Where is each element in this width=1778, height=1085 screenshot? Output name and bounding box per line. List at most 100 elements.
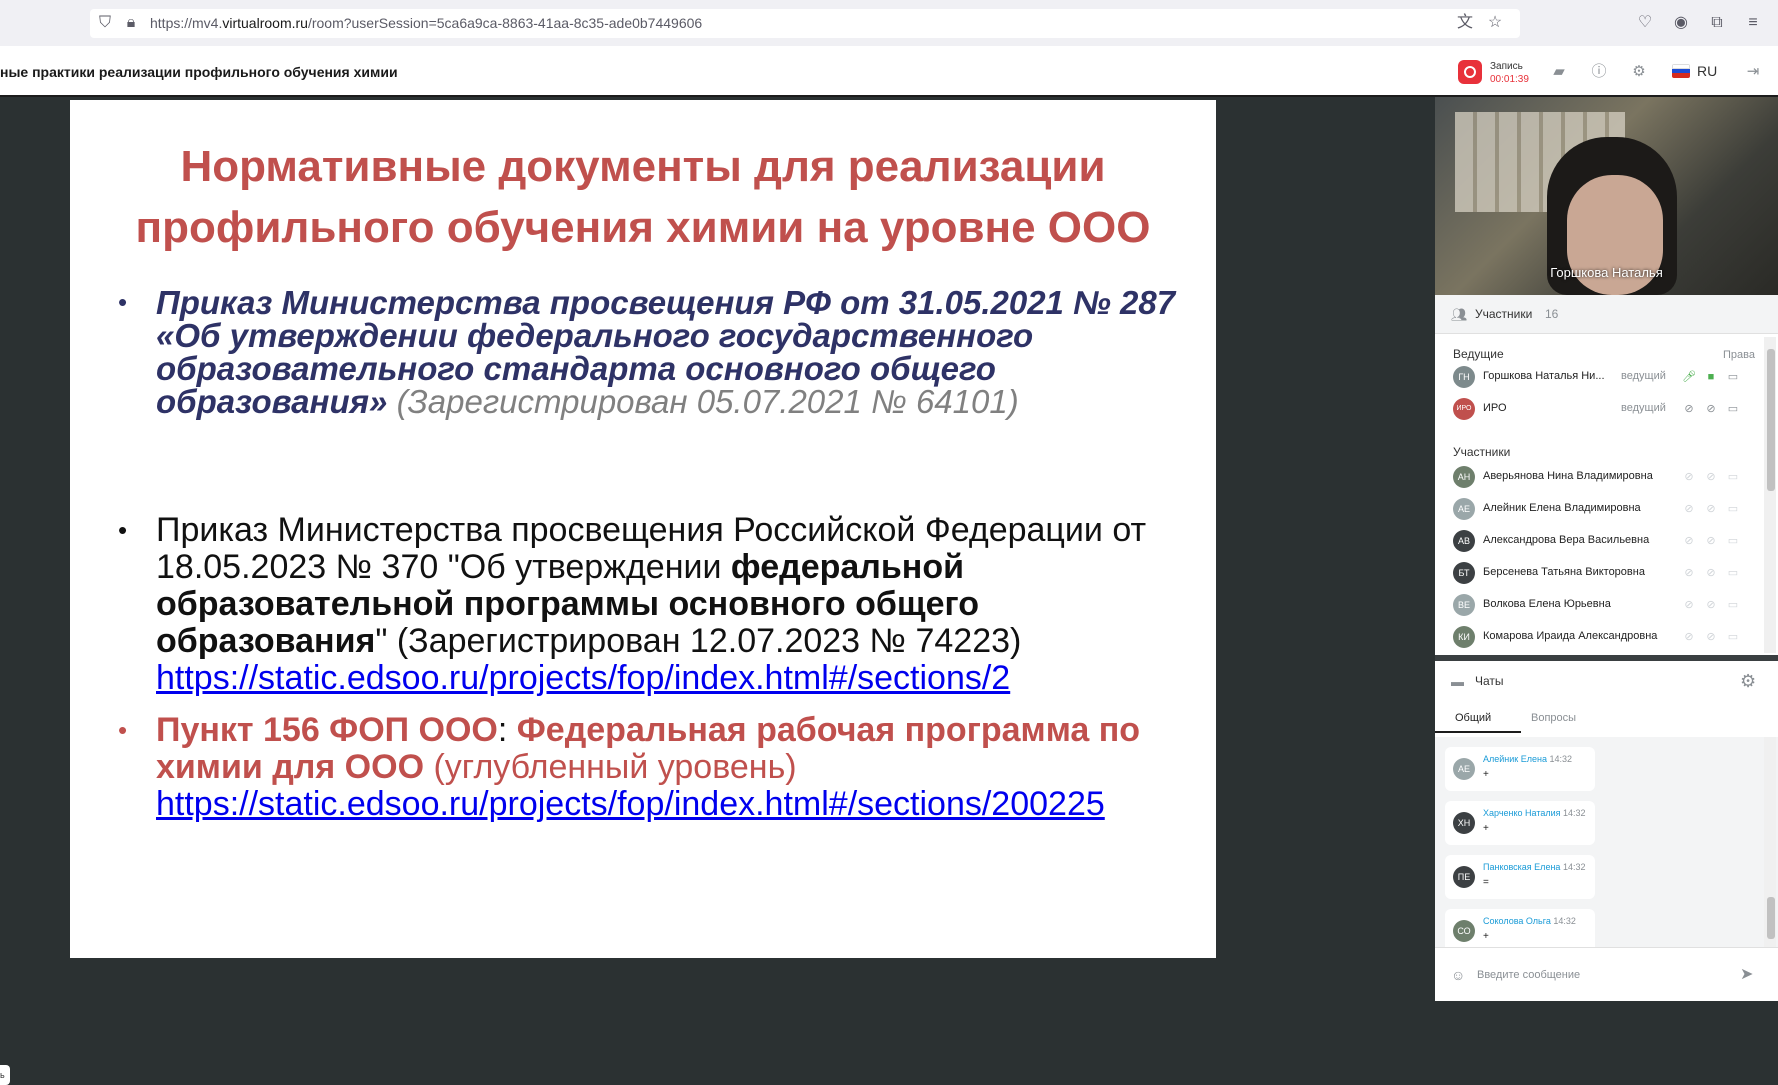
screen-share-icon[interactable]: ▭ — [1725, 369, 1741, 385]
avatar: АЕ — [1453, 758, 1475, 780]
send-icon[interactable]: ➤ — [1740, 964, 1753, 984]
record-icon[interactable] — [1458, 60, 1482, 84]
russia-flag-icon[interactable] — [1672, 64, 1690, 78]
people-icon: 👥︎ — [1451, 307, 1468, 322]
camera-off-icon[interactable]: ⊘ — [1703, 469, 1719, 485]
chat-input[interactable]: Введите сообщение — [1477, 969, 1580, 981]
video-tile[interactable]: Горшкова Наталья — [1435, 97, 1778, 295]
message-author: Соколова Ольга 14:32 — [1483, 916, 1576, 926]
message-text: + — [1483, 931, 1489, 942]
language-selector[interactable]: RU — [1697, 63, 1717, 79]
microphone-off-icon[interactable]: ⊘ — [1681, 469, 1697, 485]
microphone-off-icon[interactable]: ⊘ — [1681, 501, 1697, 517]
frp-link[interactable]: https://static.edsoo.ru/projects/fop/ind… — [156, 785, 1105, 823]
participant-row[interactable]: ВЕ Волкова Елена Юрьевна ⊘ ⊘ ▭ — [1453, 591, 1753, 619]
translate-icon[interactable]: 文 — [1456, 14, 1474, 32]
participant-role: ведущий — [1621, 402, 1666, 414]
hosts-section-label: Ведущие — [1453, 347, 1504, 361]
active-tab-indicator — [1435, 731, 1521, 733]
extensions-icon[interactable]: ⧉ — [1708, 14, 1726, 32]
screen-share-icon[interactable]: ▭ — [1725, 565, 1741, 581]
message-text: + — [1483, 823, 1489, 834]
fop-link[interactable]: https://static.edsoo.ru/projects/fop/ind… — [156, 659, 1010, 697]
participant-row[interactable]: БТ Берсенева Татьяна Викторовна ⊘ ⊘ ▭ — [1453, 559, 1753, 587]
camera-off-icon[interactable]: ⊘ — [1703, 401, 1719, 417]
account-icon[interactable]: ◉ — [1672, 14, 1690, 32]
bullet-fop-registration: " (Зарегистрирован 12.07.2023 № 74223) — [375, 622, 1022, 660]
participants-header[interactable]: 👥︎ Участники 16 — [1435, 295, 1778, 334]
participants-label: Участники — [1475, 307, 1533, 321]
participant-name: Аверьянова Нина Владимировна — [1483, 470, 1653, 482]
participant-row[interactable]: АВ Александрова Вера Васильевна ⊘ ⊘ ▭ — [1453, 527, 1753, 555]
slide-title-line-2: профильного обучения химии на уровне ООО — [135, 203, 1151, 252]
info-icon[interactable]: ⓘ — [1586, 60, 1612, 84]
bullet-frp: • Пункт 156 ФОП ООО: Федеральная рабочая… — [118, 712, 1196, 823]
participant-name: Александрова Вера Васильевна — [1483, 534, 1650, 546]
screen-share-icon[interactable]: ▭ — [1725, 469, 1741, 485]
camera-off-icon[interactable]: ⊘ — [1703, 501, 1719, 517]
chat-message: ХН Харченко Наталия 14:32 + — [1445, 801, 1595, 845]
camera-off-icon[interactable]: ⊘ — [1703, 597, 1719, 613]
microphone-icon[interactable]: 🎤︎ — [1681, 369, 1697, 385]
camera-off-icon[interactable]: ⊘ — [1703, 533, 1719, 549]
avatar: ХН — [1453, 812, 1475, 834]
participant-name: Волкова Елена Юрьевна — [1483, 598, 1611, 610]
bullet-fgos-registration: (Зарегистрирован 05.07.2021 № 64101) — [396, 383, 1019, 420]
screen-share-icon[interactable]: ▭ — [1725, 501, 1741, 517]
bullet-dot: • — [118, 715, 128, 745]
chat-input-bar: ☺ Введите сообщение ➤ — [1435, 947, 1778, 1001]
screen-share-icon[interactable]: ▭ — [1725, 401, 1741, 417]
avatar: ГН — [1453, 366, 1475, 388]
tab-questions[interactable]: Вопросы — [1531, 712, 1576, 724]
lock-icon[interactable]: 🔒︎ — [122, 14, 140, 32]
settings-icon[interactable]: ⚙ — [1626, 60, 1652, 84]
bullet-fgos: • Приказ Министерства просвещения РФ от … — [118, 286, 1196, 420]
avatar: АН — [1453, 466, 1475, 488]
message-author: Харченко Наталия 14:32 — [1483, 808, 1586, 818]
exit-icon[interactable]: ⇥ — [1740, 60, 1766, 84]
avatar: ВЕ — [1453, 594, 1475, 616]
url-text[interactable]: https://mv4.virtualroom.ru/room?userSess… — [150, 15, 702, 31]
chat-label: Чаты — [1475, 674, 1504, 688]
message-text: + — [1483, 769, 1489, 780]
chat-scroll-thumb[interactable] — [1767, 897, 1775, 939]
emoji-icon[interactable]: ☺ — [1451, 967, 1465, 983]
camera-icon[interactable]: ■ — [1703, 369, 1719, 385]
chat-settings-icon[interactable]: ⚙ — [1740, 671, 1756, 692]
slide-title-line-1: Нормативные документы для реализации — [180, 142, 1106, 191]
bullet-fop-text: Приказ Министерства просвещения Российск… — [156, 511, 1147, 586]
bullet-dot: • — [118, 515, 128, 545]
microphone-off-icon[interactable]: ⊘ — [1681, 629, 1697, 645]
microphone-off-icon[interactable]: ⊘ — [1681, 533, 1697, 549]
camera-off-icon[interactable]: ⊘ — [1703, 565, 1719, 581]
side-panel-toggle[interactable]: ь — [0, 1065, 10, 1085]
folder-icon[interactable]: ▰ — [1546, 60, 1572, 84]
screen-share-icon[interactable]: ▭ — [1725, 533, 1741, 549]
bullet-frp-level: (углубленный уровень) — [424, 748, 797, 786]
participant-row[interactable]: КИ Комарова Ираида Александровна ⊘ ⊘ ▭ — [1453, 623, 1753, 651]
participant-name: ИРО — [1483, 402, 1507, 414]
avatar: АВ — [1453, 530, 1475, 552]
chat-messages: АЕ Алейник Елена 14:32 + ХН Харченко Нат… — [1435, 737, 1778, 953]
microphone-off-icon[interactable]: ⊘ — [1681, 565, 1697, 581]
microphone-off-icon[interactable]: ⊘ — [1681, 401, 1697, 417]
members-section-label: Участники — [1453, 445, 1511, 459]
screen-share-icon[interactable]: ▭ — [1725, 629, 1741, 645]
participant-row[interactable]: АН Аверьянова Нина Владимировна ⊘ ⊘ ▭ — [1453, 463, 1753, 491]
bookmark-star-icon[interactable]: ☆ — [1486, 14, 1504, 32]
pocket-icon[interactable]: ♡ — [1636, 14, 1654, 32]
right-panel: Горшкова Наталья 👥︎ Участники 16 Ведущие… — [1435, 97, 1778, 1001]
bullet-dot: • — [118, 287, 128, 317]
host-row[interactable]: ИРО ИРО ведущий ⊘ ⊘ ▭ — [1453, 395, 1753, 423]
shield-icon[interactable]: ⛉ — [96, 14, 114, 32]
participant-row[interactable]: АЕ Алейник Елена Владимировна ⊘ ⊘ ▭ — [1453, 495, 1753, 523]
screen-share-icon[interactable]: ▭ — [1725, 597, 1741, 613]
tab-general[interactable]: Общий — [1455, 712, 1491, 724]
participants-scroll-thumb[interactable] — [1767, 349, 1775, 491]
microphone-off-icon[interactable]: ⊘ — [1681, 597, 1697, 613]
menu-icon[interactable]: ≡ — [1744, 14, 1762, 32]
message-author: Алейник Елена 14:32 — [1483, 754, 1573, 764]
message-author: Панковская Елена 14:32 — [1483, 862, 1586, 872]
camera-off-icon[interactable]: ⊘ — [1703, 629, 1719, 645]
host-row[interactable]: ГН Горшкова Наталья Ни... ведущий 🎤︎ ■ ▭ — [1453, 363, 1753, 391]
